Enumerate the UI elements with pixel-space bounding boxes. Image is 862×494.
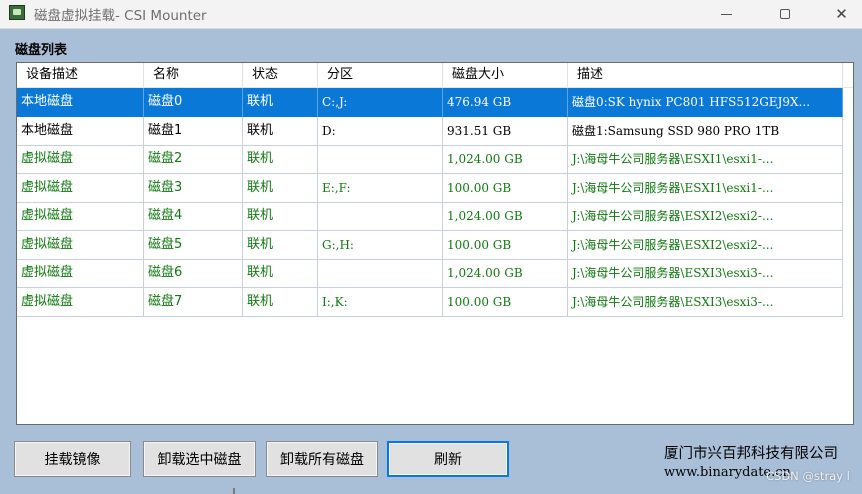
- list-header: 设备描述 名称 状态 分区 磁盘大小 描述: [17, 63, 853, 88]
- cell-description: 磁盘1:Samsung SSD 980 PRO 1TB: [568, 116, 843, 146]
- cell-name: 磁盘1: [144, 116, 243, 146]
- column-header-size[interactable]: 磁盘大小: [443, 63, 568, 87]
- cell-description: J:\海母牛公司服务器\ESXI3\esxi3-...: [568, 259, 843, 288]
- cell-description: J:\海母牛公司服务器\ESXI1\esxi1-...: [568, 145, 843, 174]
- cell-status: 联机: [243, 230, 318, 260]
- cell-status: 联机: [243, 259, 318, 288]
- cell-status: 联机: [243, 287, 318, 317]
- cell-device: 虚拟磁盘: [17, 259, 144, 288]
- unmount-selected-button[interactable]: 卸载选中磁盘: [143, 441, 256, 477]
- cell-status: 联机: [243, 173, 318, 203]
- cell-description: J:\海母牛公司服务器\ESXI2\esxi2-...: [568, 202, 843, 231]
- cell-name: 磁盘7: [144, 287, 243, 317]
- column-header-name[interactable]: 名称: [144, 63, 243, 87]
- column-header-status[interactable]: 状态: [243, 63, 318, 87]
- table-row[interactable]: 本地磁盘 磁盘1 联机 D: 931.51 GB 磁盘1:Samsung SSD 980 …: [17, 116, 843, 146]
- cell-partition: [318, 145, 443, 174]
- unmount-all-button[interactable]: 卸载所有磁盘: [266, 441, 378, 477]
- cell-name: 磁盘5: [144, 230, 243, 260]
- maximize-button[interactable]: [762, 0, 808, 28]
- cell-name: 磁盘0: [144, 88, 243, 117]
- close-button[interactable]: ✕: [821, 0, 862, 28]
- table-row[interactable]: 本地磁盘 磁盘0 联机 C:,J: 476.94 GB 磁盘0:SK hynix PC80…: [17, 88, 843, 117]
- cell-name: 磁盘2: [144, 145, 243, 174]
- cell-device: 虚拟磁盘: [17, 287, 144, 317]
- mount-image-button[interactable]: 挂载镜像: [14, 441, 131, 477]
- table-row[interactable]: 虚拟磁盘 磁盘3 联机 E:,F: 100.00 GB J:\海母牛公司服务器\ESXI1…: [17, 173, 843, 203]
- minimize-icon: [720, 13, 732, 15]
- window-title: 磁盘虚拟挂载- CSI Mounter: [34, 8, 207, 24]
- minimize-button[interactable]: [703, 0, 749, 28]
- cell-partition: D:: [318, 116, 443, 146]
- table-row[interactable]: 虚拟磁盘 磁盘7 联机 I:,K: 100.00 GB J:\海母牛公司服务器\ESXI3…: [17, 287, 843, 317]
- close-icon: ✕: [835, 5, 848, 23]
- resize-grip: [233, 488, 235, 494]
- maximize-icon: [780, 9, 790, 19]
- column-header-partition[interactable]: 分区: [318, 63, 443, 87]
- disk-list-label: 磁盘列表: [15, 43, 68, 58]
- company-name: 厦门市兴百邦科技有限公司: [664, 446, 838, 462]
- cell-size: 1,024.00 GB: [443, 259, 568, 288]
- cell-size: 1,024.00 GB: [443, 202, 568, 231]
- disk-list[interactable]: 设备描述 名称 状态 分区 磁盘大小 描述 本地磁盘 磁盘0 联机 C:,J: 476.…: [16, 62, 854, 425]
- table-row[interactable]: 虚拟磁盘 磁盘4 联机 1,024.00 GB J:\海母牛公司服务器\ESXI2\es…: [17, 202, 843, 231]
- column-header-description[interactable]: 描述: [568, 63, 843, 87]
- cell-device: 本地磁盘: [17, 88, 144, 117]
- cell-size: 100.00 GB: [443, 230, 568, 260]
- title-bar: 磁盘虚拟挂载- CSI Mounter ✕: [0, 0, 862, 29]
- cell-description: J:\海母牛公司服务器\ESXI1\esxi1-...: [568, 173, 843, 203]
- cell-device: 本地磁盘: [17, 116, 144, 146]
- refresh-button[interactable]: 刷新: [387, 441, 509, 477]
- cell-partition: E:,F:: [318, 173, 443, 203]
- cell-partition: C:,J:: [318, 88, 443, 117]
- cell-status: 联机: [243, 202, 318, 231]
- cell-description: 磁盘0:SK hynix PC801 HFS512GEJ9X...: [568, 88, 843, 117]
- cell-device: 虚拟磁盘: [17, 230, 144, 260]
- cell-partition: I:,K:: [318, 287, 443, 317]
- cell-name: 磁盘6: [144, 259, 243, 288]
- watermark: CSDN @stray l: [766, 469, 850, 483]
- app-icon: [9, 5, 25, 20]
- cell-partition: G:,H:: [318, 230, 443, 260]
- cell-size: 100.00 GB: [443, 173, 568, 203]
- cell-size: 1,024.00 GB: [443, 145, 568, 174]
- cell-name: 磁盘4: [144, 202, 243, 231]
- cell-status: 联机: [243, 88, 318, 117]
- cell-device: 虚拟磁盘: [17, 173, 144, 203]
- column-header-device[interactable]: 设备描述: [17, 63, 144, 87]
- cell-device: 虚拟磁盘: [17, 202, 144, 231]
- table-row[interactable]: 虚拟磁盘 磁盘6 联机 1,024.00 GB J:\海母牛公司服务器\ESXI3\es…: [17, 259, 843, 288]
- cell-size: 931.51 GB: [443, 116, 568, 146]
- cell-size: 100.00 GB: [443, 287, 568, 317]
- cell-partition: [318, 202, 443, 231]
- cell-name: 磁盘3: [144, 173, 243, 203]
- cell-partition: [318, 259, 443, 288]
- cell-description: J:\海母牛公司服务器\ESXI2\esxi2-...: [568, 230, 843, 260]
- cell-size: 476.94 GB: [443, 88, 568, 117]
- cell-device: 虚拟磁盘: [17, 145, 144, 174]
- table-row[interactable]: 虚拟磁盘 磁盘2 联机 1,024.00 GB J:\海母牛公司服务器\ESXI1\es…: [17, 145, 843, 174]
- cell-description: J:\海母牛公司服务器\ESXI3\esxi3-...: [568, 287, 843, 317]
- table-row[interactable]: 虚拟磁盘 磁盘5 联机 G:,H: 100.00 GB J:\海母牛公司服务器\ESXI2…: [17, 230, 843, 260]
- cell-status: 联机: [243, 116, 318, 146]
- cell-status: 联机: [243, 145, 318, 174]
